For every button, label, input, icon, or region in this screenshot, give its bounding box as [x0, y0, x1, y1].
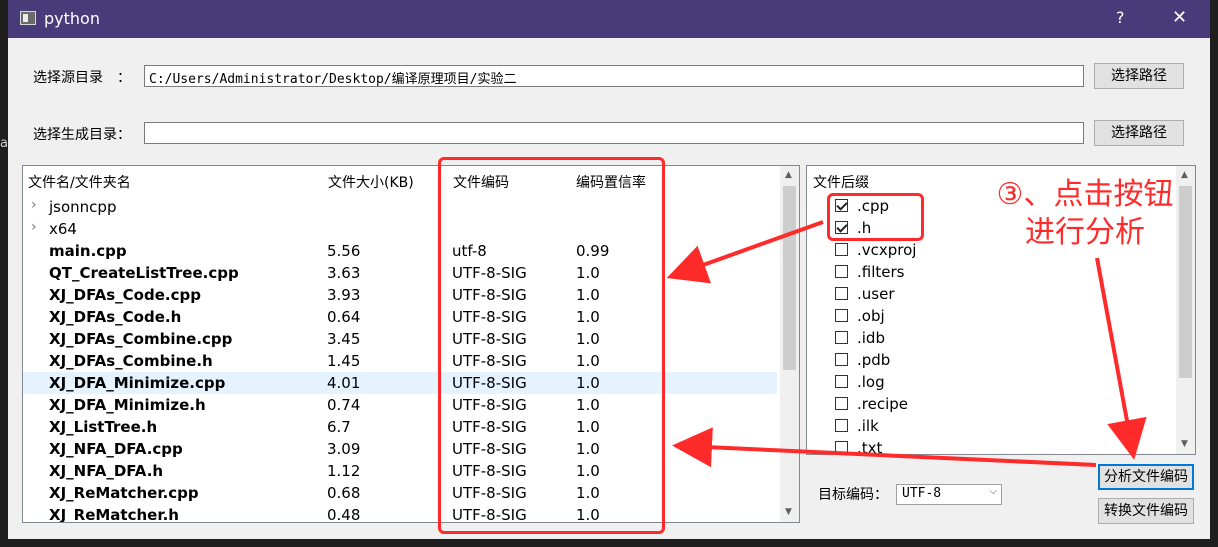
extension-label: .txt [857, 439, 883, 455]
file-size: 5.56 [327, 242, 361, 260]
checkbox[interactable] [835, 331, 848, 344]
extension-label: .obj [857, 307, 885, 325]
annotation-line-2: 进行分析 [1025, 215, 1145, 250]
output-dir-label: 选择生成目录： [33, 127, 131, 143]
left-edge-text: a [0, 136, 8, 151]
output-dir-input[interactable] [144, 122, 1084, 144]
file-size: 0.64 [327, 308, 361, 326]
extension-label: .vcxproj [857, 241, 917, 259]
title-bar[interactable]: python ? ✕ [8, 0, 1210, 38]
chevron-down-icon: ⌵ [989, 486, 997, 497]
file-size: 3.93 [327, 286, 361, 304]
chevron-right-icon[interactable]: › [31, 219, 37, 235]
highlight-encoding-columns [438, 157, 665, 534]
checkbox[interactable] [835, 243, 848, 256]
file-name: XJ_DFA_Minimize.cpp [49, 374, 226, 392]
column-header-name[interactable]: 文件名/文件夹名 [28, 172, 131, 192]
help-button[interactable]: ? [1116, 8, 1125, 27]
highlight-selected-extensions [827, 193, 924, 241]
file-size: 0.74 [327, 396, 361, 414]
convert-encoding-button[interactable]: 转换文件编码 [1098, 498, 1194, 524]
file-name: XJ_NFA_DFA.cpp [49, 440, 183, 458]
checkbox[interactable] [835, 419, 848, 432]
file-name: XJ_DFAs_Combine.h [49, 352, 213, 370]
extension-label: .user [857, 285, 895, 303]
checkbox[interactable] [835, 353, 848, 366]
window-title: python [44, 9, 100, 28]
checkbox[interactable] [835, 441, 848, 454]
file-name: XJ_ReMatcher.cpp [49, 484, 199, 502]
file-size: 3.09 [327, 440, 361, 458]
close-icon[interactable]: ✕ [1172, 7, 1187, 28]
file-size: 4.01 [327, 374, 361, 392]
file-name: XJ_ListTree.h [49, 418, 158, 436]
scroll-up-icon[interactable]: ▲ [785, 170, 792, 180]
file-size: 0.48 [327, 506, 361, 523]
source-dir-label: 选择源目录 ： [33, 70, 131, 86]
file-name: QT_CreateListTree.cpp [49, 264, 239, 282]
file-size: 3.63 [327, 264, 361, 282]
source-dir-input[interactable]: C:/Users/Administrator/Desktop/编译原理项目/实验… [144, 65, 1084, 87]
scroll-down-icon[interactable]: ▼ [785, 507, 792, 517]
target-encoding-select[interactable]: UTF-8 ⌵ [896, 484, 1002, 505]
extension-label: .filters [857, 263, 905, 281]
extension-label: .log [857, 373, 885, 391]
file-size: 1.45 [327, 352, 361, 370]
file-name: XJ_ReMatcher.h [49, 506, 179, 523]
extension-label: .recipe [857, 395, 908, 413]
ext-scroll-down-icon[interactable]: ▼ [1181, 439, 1188, 449]
file-size: 1.12 [327, 462, 361, 480]
annotation-line-1: ③、点击按钮 [996, 177, 1174, 212]
file-name: XJ_DFA_Minimize.h [49, 396, 206, 414]
checkbox[interactable] [835, 309, 848, 322]
analyze-encoding-button[interactable]: 分析文件编码 [1098, 464, 1194, 490]
file-size: 6.7 [327, 418, 351, 436]
file-name: main.cpp [49, 242, 127, 260]
file-size: 3.45 [327, 330, 361, 348]
file-name: jsonncpp [49, 198, 117, 216]
right-edge [1210, 0, 1218, 547]
chevron-right-icon[interactable]: › [31, 197, 37, 213]
file-name: XJ_NFA_DFA.h [49, 462, 164, 480]
choose-source-button[interactable]: 选择路径 [1094, 63, 1184, 89]
file-name: x64 [49, 220, 77, 238]
app-window-icon [20, 11, 36, 25]
choose-output-button[interactable]: 选择路径 [1094, 120, 1184, 146]
target-encoding-value: UTF-8 [902, 486, 942, 501]
file-table[interactable]: 文件名/文件夹名 文件大小(KB) 文件编码 编码置信率 › jsonncpp › x… [22, 165, 800, 523]
checkbox[interactable] [835, 375, 848, 388]
file-name: XJ_DFAs_Code.cpp [49, 286, 201, 304]
target-encoding-label: 目标编码： [818, 487, 888, 503]
left-edge: a [0, 0, 8, 547]
checkbox[interactable] [835, 265, 848, 278]
file-size: 0.68 [327, 484, 361, 502]
column-header-size[interactable]: 文件大小(KB) [328, 172, 414, 192]
extension-list-header: 文件后缀 [813, 175, 869, 191]
file-name: XJ_DFAs_Combine.cpp [49, 330, 233, 348]
extension-label: .idb [857, 329, 885, 347]
extension-label: .pdb [857, 351, 891, 369]
checkbox[interactable] [835, 287, 848, 300]
extension-label: .ilk [857, 417, 879, 435]
annotation-note: ③、点击按钮 进行分析 [960, 176, 1210, 252]
checkbox[interactable] [835, 397, 848, 410]
file-table-scrollbar[interactable]: ▲ ▼ [780, 166, 799, 522]
file-name: XJ_DFAs_Code.h [49, 308, 182, 326]
scrollbar-thumb[interactable] [783, 186, 796, 370]
